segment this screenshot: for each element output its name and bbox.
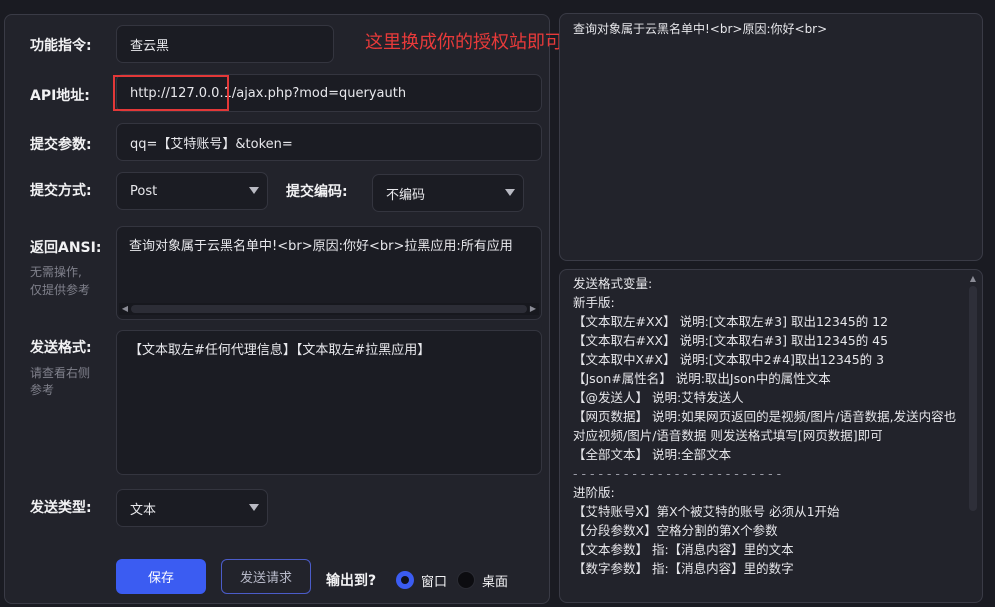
method-select[interactable]: Post [116, 172, 268, 210]
help-line: 【文本取左#XX】 说明:[文本取左#3] 取出12345的 12 [573, 314, 889, 329]
return-ansi-hint-2: 仅提供参考 [30, 283, 91, 297]
params-input[interactable]: qq=【艾特账号】&token= [116, 123, 542, 161]
help-line: 进阶版: [573, 485, 615, 500]
api-label: API地址: [30, 88, 90, 104]
return-ansi-hint-1: 无需操作, [30, 265, 82, 279]
help-line: 【@发送人】 说明:艾特发送人 [573, 390, 744, 405]
help-line: 新手版: [573, 295, 615, 310]
command-label: 功能指令: [30, 38, 92, 54]
annotation-highlight-box [113, 75, 229, 111]
help-line: 【全部文本】 说明:全部文本 [573, 447, 732, 462]
help-line: 【数字参数】 指:【消息内容】里的数字 [573, 561, 794, 576]
send-format-textarea[interactable]: 【文本取左#任何代理信息】【文本取左#拉黑应用】 [116, 330, 542, 475]
scrollbar-thumb[interactable] [969, 286, 977, 511]
format-help-panel[interactable]: 发送格式变量: 新手版: 【文本取左#XX】 说明:[文本取左#3] 取出123… [559, 269, 983, 603]
send-format-hint-1: 请查看右侧 [30, 366, 91, 380]
help-line: 【艾特账号X】第X个被艾特的账号 必须从1开始 [573, 504, 840, 519]
chevron-down-icon [505, 189, 515, 196]
output-window-radio[interactable] [396, 571, 414, 589]
help-divider: - - - - - - - - - - - - - - - - - - - - … [573, 466, 782, 481]
scroll-up-icon[interactable]: ▲ [970, 274, 976, 284]
scrollbar-thumb[interactable] [131, 305, 527, 313]
output-desktop-label: 桌面 [482, 575, 509, 590]
help-line: 【Json#属性名】 说明:取出Json中的属性文本 [573, 371, 831, 386]
scroll-left-icon[interactable]: ◀ [119, 303, 131, 315]
method-label: 提交方式: [30, 183, 92, 199]
chevron-down-icon [249, 187, 259, 194]
help-line: 【网页数据】 说明:如果网页返回的是视频/图片/语音数据,发送内容也对应视频/图… [573, 409, 957, 443]
encoding-value: 不编码 [386, 187, 426, 203]
return-ansi-text: 查询对象属于云黑名单中!<br>原因:你好<br>拉黑应用:所有应用 [129, 239, 513, 254]
vertical-scrollbar[interactable]: ▲ [968, 274, 978, 598]
response-preview-text: 查询对象属于云黑名单中!<br>原因:你好<br> [573, 22, 828, 36]
help-line: 发送格式变量: [573, 276, 653, 291]
send-type-value: 文本 [130, 502, 157, 518]
output-desktop-radio[interactable] [457, 571, 475, 589]
return-ansi-label: 返回ANSI: [30, 240, 102, 256]
return-ansi-textarea[interactable]: 查询对象属于云黑名单中!<br>原因:你好<br>拉黑应用:所有应用 ◀ ▶ [116, 226, 542, 320]
save-button[interactable]: 保存 [116, 559, 206, 594]
send-type-select[interactable]: 文本 [116, 489, 268, 527]
chevron-down-icon [249, 504, 259, 511]
send-format-text: 【文本取左#任何代理信息】【文本取左#拉黑应用】 [129, 343, 431, 358]
command-input[interactable]: 查云黑 [116, 25, 334, 63]
help-line: 【文本取中X#X】 说明:[文本取中2#4]取出12345的 3 [573, 352, 885, 367]
format-help-list: 发送格式变量: 新手版: 【文本取左#XX】 说明:[文本取左#3] 取出123… [573, 274, 963, 578]
send-format-label: 发送格式: [30, 340, 92, 356]
encoding-select[interactable]: 不编码 [372, 174, 524, 212]
horizontal-scrollbar[interactable]: ◀ ▶ [119, 303, 539, 315]
help-line: 【分段参数X】空格分割的第X个参数 [573, 523, 778, 538]
output-window-label: 窗口 [421, 575, 448, 590]
params-label: 提交参数: [30, 137, 92, 153]
help-line: 【文本取右#XX】 说明:[文本取右#3] 取出12345的 45 [573, 333, 889, 348]
response-preview-panel[interactable]: 查询对象属于云黑名单中!<br>原因:你好<br> [559, 13, 983, 261]
help-line: 【文本参数】 指:【消息内容】里的文本 [573, 542, 794, 557]
output-label: 输出到? [326, 573, 377, 589]
send-format-hint-2: 参考 [30, 383, 55, 397]
annotation-note: 这里换成你的授权站即可 [365, 32, 563, 53]
send-type-label: 发送类型: [30, 500, 92, 516]
encoding-label: 提交编码: [286, 184, 348, 200]
send-request-button[interactable]: 发送请求 [221, 559, 311, 594]
method-value: Post [130, 183, 158, 199]
scroll-right-icon[interactable]: ▶ [527, 303, 539, 315]
